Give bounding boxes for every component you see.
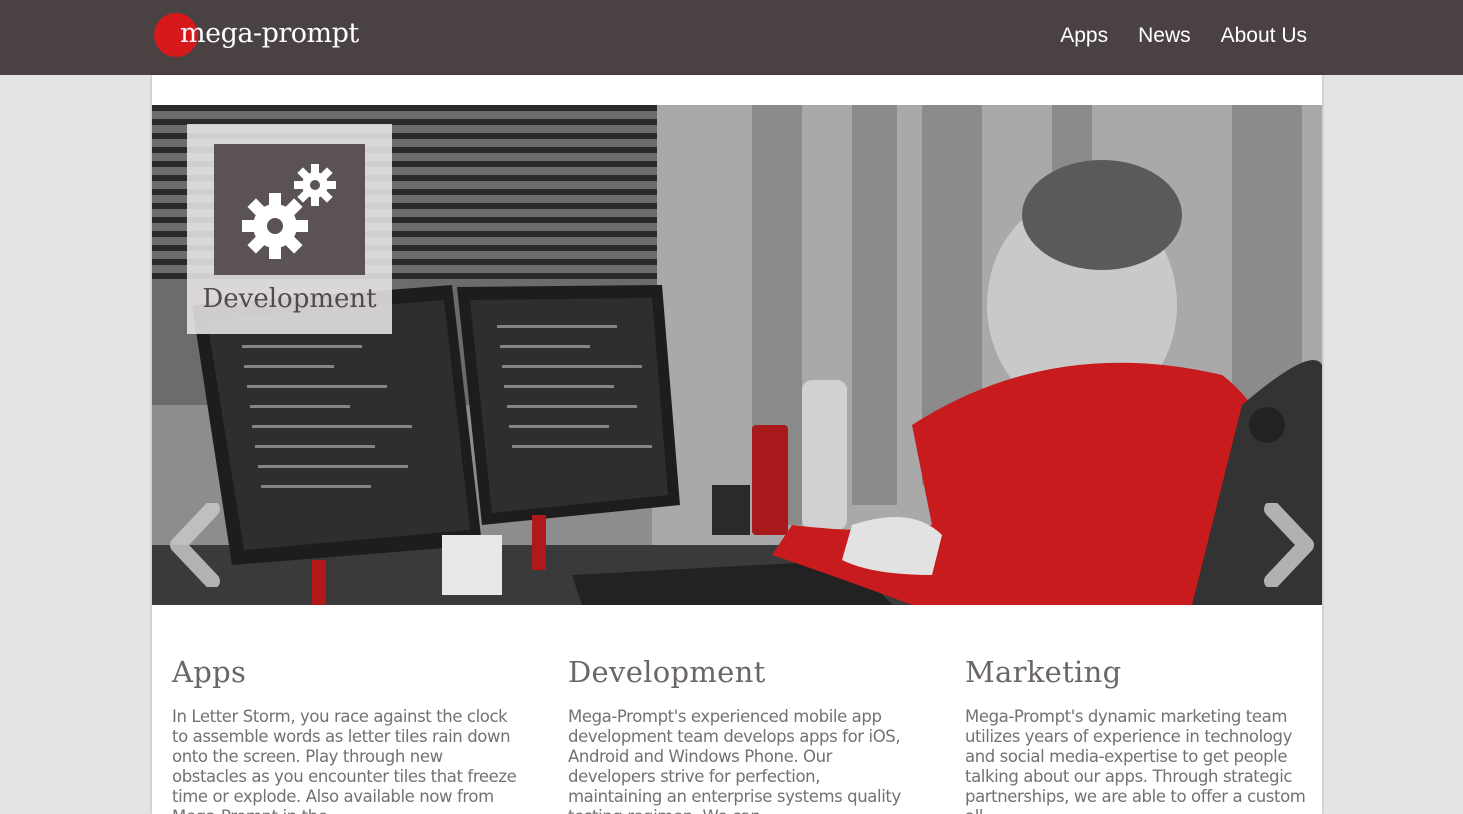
feature-text: In Letter Storm, you race against the cl… — [172, 707, 517, 814]
top-navbar: mega-prompt Apps News About Us — [0, 0, 1463, 75]
logo-text: mega-prompt — [180, 18, 359, 49]
feature-title: Development — [568, 655, 766, 689]
feature-title: Marketing — [965, 655, 1122, 689]
hero-badge-label: Development — [202, 284, 377, 314]
feature-title: Apps — [172, 655, 247, 689]
logo[interactable]: mega-prompt — [154, 12, 359, 58]
main-nav: Apps News About Us — [1060, 24, 1307, 48]
feature-development: Development Mega-Prompt's experienced mo… — [568, 655, 913, 814]
carousel-next-button[interactable] — [1260, 503, 1320, 587]
feature-apps: Apps In Letter Storm, you race against t… — [172, 655, 517, 814]
hero-badge: Development — [187, 124, 392, 334]
hero-carousel: Development — [152, 105, 1322, 605]
feature-marketing: Marketing Mega-Prompt's dynamic marketin… — [965, 655, 1310, 814]
nav-item-about-us[interactable]: About Us — [1221, 24, 1307, 48]
carousel-prev-button[interactable] — [164, 503, 224, 587]
chevron-left-icon — [170, 503, 220, 587]
nav-item-apps[interactable]: Apps — [1060, 24, 1108, 48]
nav-item-news[interactable]: News — [1138, 24, 1191, 48]
main-container: Development Apps In Letter Storm, you ra… — [152, 75, 1322, 814]
feature-text: Mega-Prompt's experienced mobile app dev… — [568, 707, 901, 814]
gears-icon — [214, 144, 365, 275]
feature-text: Mega-Prompt's dynamic marketing team uti… — [965, 707, 1306, 814]
chevron-right-icon — [1264, 503, 1314, 587]
